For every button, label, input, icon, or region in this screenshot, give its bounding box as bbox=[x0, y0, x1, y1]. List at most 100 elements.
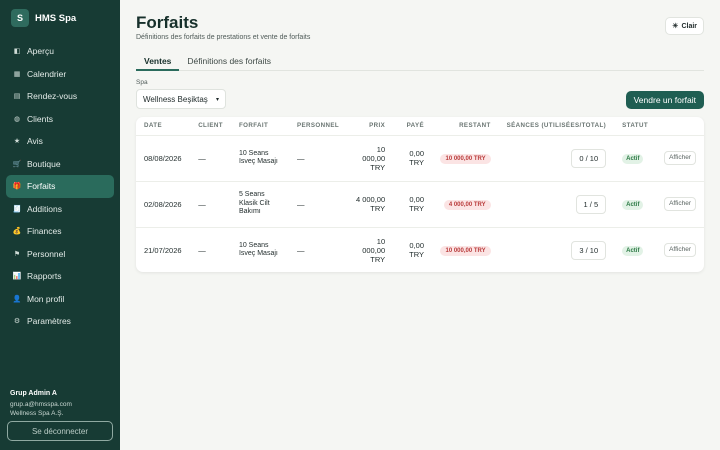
col-remaining: RESTANT bbox=[432, 117, 499, 136]
sidebar-item-label: Personnel bbox=[27, 248, 66, 259]
brand[interactable]: S HMS Spa bbox=[11, 9, 76, 27]
remaining-badge: 10 000,00 TRY bbox=[440, 245, 491, 256]
sidebar-item-label: Additions bbox=[27, 203, 62, 214]
sidebar-item-additions[interactable]: 🧾 Additions bbox=[6, 198, 114, 221]
user-info: Grup Admin A grup.a@hmsspa.com Wellness … bbox=[10, 390, 72, 418]
cell-price: 10 000,00 TRY bbox=[362, 236, 386, 264]
col-price: PRIX bbox=[347, 117, 394, 136]
cell-status: Actif bbox=[614, 227, 656, 272]
cell-price: 4 000,00 TRY bbox=[347, 181, 394, 228]
sidebar: S HMS Spa ◧ Aperçu ▦ Calendrier ▤ Rendez-vous… bbox=[0, 0, 120, 450]
sidebar-item-boutique[interactable]: 🛒 Boutique bbox=[6, 153, 114, 176]
sidebar-item-rendez-vous[interactable]: ▤ Rendez-vous bbox=[6, 85, 114, 108]
table-row: 02/08/2026—5 Seans Klasik Cilt Bakımı —4 … bbox=[136, 181, 704, 228]
status-badge: Actif bbox=[622, 199, 644, 210]
col-client: CLIENT bbox=[190, 117, 231, 136]
cell-actions: Afficher bbox=[656, 227, 704, 272]
sidebar-item-label: Clients bbox=[27, 113, 53, 124]
calendar-icon: ▦ bbox=[13, 70, 21, 78]
user-name: Grup Admin A bbox=[10, 390, 57, 397]
clients-icon: ◍ bbox=[13, 115, 21, 123]
spa-select-value: Wellness Beşiktaş bbox=[143, 94, 208, 104]
status-badge: Actif bbox=[622, 153, 644, 164]
cell-client: — bbox=[190, 135, 231, 182]
sessions-counter: 0 / 10 bbox=[571, 148, 607, 168]
user-company: Wellness Spa A.Ş. bbox=[10, 410, 64, 417]
sun-icon: ☀ bbox=[672, 23, 679, 30]
col-package: FORFAIT bbox=[230, 117, 289, 136]
cell-staff: — bbox=[288, 181, 348, 228]
package-name: 10 Seans Isveç Masajı bbox=[238, 149, 278, 166]
sidebar-item-rapports[interactable]: 📊 Rapports bbox=[6, 265, 114, 288]
cell-remaining: 10 000,00 TRY bbox=[432, 227, 499, 272]
staff-icon: ⚑ bbox=[13, 250, 21, 258]
sidebar-item-label: Forfaits bbox=[27, 181, 56, 192]
main-content: Forfaits Définitions des forfaits de pre… bbox=[120, 0, 720, 450]
sidebar-item-label: Boutique bbox=[27, 158, 61, 169]
sales-table-card: DATE CLIENT FORFAIT PERSONNEL PRIX PAYÉ … bbox=[136, 117, 704, 272]
sidebar-item-clients[interactable]: ◍ Clients bbox=[6, 108, 114, 131]
cell-price: 10 000,00 TRY bbox=[347, 135, 394, 182]
sidebar-item-personnel[interactable]: ⚑ Personnel bbox=[6, 243, 114, 266]
sidebar-nav: ◧ Aperçu ▦ Calendrier ▤ Rendez-vous ◍ Clients ★ A… bbox=[6, 40, 114, 333]
spa-select[interactable]: Wellness Beşiktaş ▾ bbox=[136, 89, 226, 109]
cell-sessions: 1 / 5 bbox=[498, 181, 615, 228]
sidebar-item-parametres[interactable]: ⚙ Paramètres bbox=[6, 310, 114, 333]
view-button[interactable]: Afficher bbox=[664, 151, 696, 165]
cell-sessions: 3 / 10 bbox=[499, 227, 615, 272]
cart-icon: 🛒 bbox=[12, 160, 22, 168]
table-row: 08/08/2026—10 Seans Isveç Masajı —10 000,… bbox=[136, 135, 704, 182]
cell-package: 10 Seans Isveç Masajı bbox=[230, 135, 289, 182]
sessions-counter: 3 / 10 bbox=[571, 240, 607, 260]
cell-sessions: 0 / 10 bbox=[498, 135, 615, 182]
sidebar-item-label: Rendez-vous bbox=[27, 91, 78, 102]
cell-staff: — bbox=[288, 135, 348, 182]
cell-staff: — bbox=[296, 245, 305, 255]
tab-definitions[interactable]: Définitions des forfaits bbox=[179, 54, 279, 71]
sidebar-item-apercu[interactable]: ◧ Aperçu bbox=[6, 40, 114, 63]
sidebar-item-forfaits[interactable]: 🎁 Forfaits bbox=[6, 175, 114, 198]
chart-icon: 📊 bbox=[12, 273, 22, 281]
tab-ventes[interactable]: Ventes bbox=[136, 54, 180, 71]
view-button[interactable]: Afficher bbox=[664, 197, 696, 211]
cell-date: 21/07/2026 bbox=[144, 245, 182, 255]
remaining-badge: 10 000,00 TRY bbox=[440, 153, 491, 164]
sell-package-button[interactable]: Vendre un forfait bbox=[625, 91, 704, 109]
page-title: Forfaits bbox=[136, 13, 199, 32]
logout-button[interactable]: Se déconnecter bbox=[7, 421, 113, 441]
remaining-badge: 4 000,00 TRY bbox=[443, 199, 491, 210]
gift-icon: 🎁 bbox=[12, 183, 22, 191]
sidebar-item-calendrier[interactable]: ▦ Calendrier bbox=[6, 63, 114, 86]
cell-status: Actif bbox=[614, 181, 657, 228]
sidebar-item-finances[interactable]: 💰 Finances bbox=[6, 220, 114, 243]
cell-package: 5 Seans Klasik Cilt Bakımı bbox=[230, 181, 289, 228]
view-button[interactable]: Afficher bbox=[664, 243, 696, 258]
cell-paid: 0,00 TRY bbox=[393, 135, 432, 182]
sidebar-item-label: Rapports bbox=[27, 271, 62, 282]
package-name: 5 Seans Klasik Cilt Bakımı bbox=[238, 191, 270, 216]
sessions-counter: 1 / 5 bbox=[575, 194, 607, 214]
col-actions bbox=[656, 117, 704, 136]
table-header-row: DATE CLIENT FORFAIT PERSONNEL PRIX PAYÉ … bbox=[136, 117, 704, 136]
cell-actions: Afficher bbox=[656, 135, 704, 182]
col-date: DATE bbox=[136, 117, 191, 136]
user-icon: 👤 bbox=[12, 295, 22, 303]
spa-filter-label: Spa bbox=[136, 79, 148, 86]
cell-paid: 0,00 TRY bbox=[393, 181, 432, 228]
cell-status: Actif bbox=[614, 135, 657, 182]
sidebar-item-label: Paramètres bbox=[27, 316, 71, 327]
sidebar-item-label: Aperçu bbox=[27, 46, 54, 57]
theme-toggle-button[interactable]: ☀ Clair bbox=[665, 17, 704, 35]
gear-icon: ⚙ bbox=[13, 318, 21, 326]
cell-client: — bbox=[190, 181, 231, 228]
sidebar-item-mon-profil[interactable]: 👤 Mon profil bbox=[6, 288, 114, 311]
cell-remaining: 10 000,00 TRY bbox=[432, 135, 499, 182]
money-bag-icon: 💰 bbox=[12, 228, 22, 236]
col-staff: PERSONNEL bbox=[288, 117, 348, 136]
cell-date: 08/08/2026 bbox=[136, 135, 191, 182]
sidebar-item-avis[interactable]: ★ Avis bbox=[6, 130, 114, 153]
cell-paid: 0,00 TRY bbox=[409, 241, 424, 260]
chevron-down-icon: ▾ bbox=[215, 96, 219, 103]
col-paid: PAYÉ bbox=[393, 117, 432, 136]
sidebar-item-label: Finances bbox=[27, 226, 62, 237]
